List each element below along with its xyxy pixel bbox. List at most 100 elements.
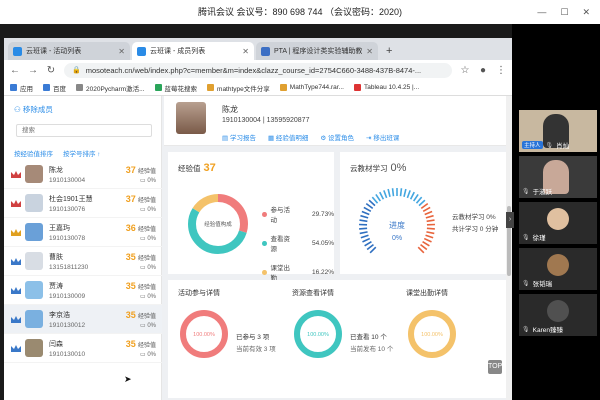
tab-close-icon[interactable]: ✕ — [242, 47, 249, 56]
study-percent: 云教材学习 0% — [452, 214, 496, 221]
exp-detail-link[interactable]: ▦ 经验值明细 — [268, 132, 308, 142]
member-info: 闫森 1910130010 — [49, 339, 116, 358]
activity-detail: 活动参与详情 100.00% 已参与 3 项 当前有效 3 项 — [168, 280, 280, 398]
video-tile[interactable]: 🎙 徐瑾 — [519, 202, 597, 244]
close-icon[interactable]: ✕ — [582, 0, 590, 24]
member-row[interactable]: 闫森 1910130010 35 经验值 ▭ 0% — [4, 334, 162, 363]
member-id: 13151811230 — [49, 263, 89, 271]
folder-icon — [207, 84, 215, 91]
exp-unit: 经验值 — [137, 255, 156, 262]
member-row[interactable]: 杜会1901王慧 1910130076 37 经验值 ▭ 0% — [4, 189, 162, 218]
star-icon[interactable]: ☆ — [460, 65, 470, 76]
resource-ring-label: 100.00% — [307, 332, 329, 338]
folder-icon — [279, 84, 287, 91]
set-role-link[interactable]: ⚙ 设置角色 — [320, 132, 354, 142]
gauge-tick — [387, 188, 391, 198]
video-tile[interactable]: 主持人 🎙 肖灿 — [519, 110, 597, 152]
progress-value: 0% — [147, 351, 156, 358]
bookmark-apps[interactable]: 应用 — [10, 83, 33, 93]
reload-icon[interactable]: ↻ — [46, 65, 56, 76]
participant-avatar — [547, 300, 569, 322]
exp-unit: 经验值 — [137, 168, 156, 175]
legend-dot — [262, 211, 267, 217]
attendance-detail-title: 课堂出勤详情 — [406, 290, 448, 297]
member-row[interactable]: 陈龙 1910130004 37 经验值 ▭ 0% — [4, 160, 162, 189]
gauge-tick — [359, 227, 368, 230]
exp-value: 35 — [125, 251, 136, 262]
bookmark-baidu[interactable]: 百度 — [43, 83, 66, 93]
page-icon — [76, 84, 83, 91]
minimize-icon[interactable]: — — [537, 0, 546, 24]
browser-window: 云班课 - 活动列表 ✕ 云班课 - 成员列表 ✕ PTA | 程序设计类实验辅… — [4, 38, 512, 400]
tab-member-list[interactable]: 云班课 - 成员列表 ✕ — [132, 42, 254, 60]
exp-unit: 经验值 — [137, 226, 156, 233]
page-scrollbar[interactable] — [506, 96, 512, 400]
mic-icon: 🎙 — [522, 188, 530, 195]
baidu-icon — [43, 84, 50, 91]
tab-bar: 云班课 - 活动列表 ✕ 云班课 - 成员列表 ✕ PTA | 程序设计类实验辅… — [4, 38, 512, 60]
bookmark-mathtype-share[interactable]: mathtype文件分享 — [207, 83, 270, 93]
activity-stats: 已参与 3 项 当前有效 3 项 — [236, 332, 276, 356]
collapse-gallery-icon[interactable]: › — [506, 212, 514, 228]
menu-icon[interactable]: ⋮ — [496, 65, 506, 76]
exp-legend: 参与活动 29.73% 查看资源 54.05% 课堂出勤 16.22% — [262, 204, 334, 291]
tab-close-icon[interactable]: ✕ — [118, 47, 125, 56]
video-tile[interactable]: 🎙 于淑跃 — [519, 156, 597, 198]
back-to-top-button[interactable]: TOP — [488, 360, 502, 374]
bookmark-tableau[interactable]: Tableau 10.4.25 |... — [353, 84, 419, 91]
member-info: 贾涛 1910130009 — [49, 281, 116, 300]
profile-icon[interactable]: ● — [478, 65, 488, 76]
video-tile[interactable]: 🎙 Karen臻臻 — [519, 294, 597, 336]
gauge-tick — [423, 237, 432, 243]
gauge-tick — [359, 219, 368, 223]
donut-center-label: 经验值构成 — [204, 220, 232, 228]
member-row[interactable]: 王嘉玙 1910130078 36 经验值 ▭ 0% — [4, 218, 162, 247]
tab-activity-list[interactable]: 云班课 - 活动列表 ✕ — [8, 42, 130, 60]
member-info: 陈龙 1910130004 — [49, 165, 116, 184]
page-icon — [154, 84, 162, 91]
user-remove-icon: ⚇ — [14, 105, 21, 114]
study-progress: ▭ 0% — [116, 264, 156, 271]
study-progress: ▭ 0% — [116, 293, 156, 300]
sort-options: 按经验值排序 按学号排序 ↑ — [14, 148, 101, 158]
remove-member-button[interactable]: ⚇ 移除成员 — [14, 104, 53, 115]
sort-by-exp[interactable]: 按经验值排序 — [14, 148, 53, 158]
member-row[interactable]: 贾涛 1910130009 35 经验值 ▭ 0% — [4, 276, 162, 305]
member-score: 37 经验值 ▭ 0% — [116, 194, 156, 213]
progress-value: 0% — [147, 206, 156, 213]
new-tab-button[interactable]: + — [380, 45, 398, 60]
study-report-link[interactable]: ▤ 学习报告 — [222, 132, 256, 142]
member-name: 杜会1901王慧 — [49, 195, 93, 203]
member-row[interactable]: 李京浩 1910130012 35 经验值 ▭ 0% — [4, 305, 162, 334]
remove-from-class-link[interactable]: ⇥ 移出班课 — [366, 132, 399, 142]
mic-icon: 🎙 — [522, 280, 530, 287]
avatar — [25, 223, 43, 241]
member-row[interactable]: 曹肤 13151811230 35 经验值 ▭ 0% — [4, 247, 162, 276]
tab-pta[interactable]: PTA | 程序设计类实验辅助教学平 ✕ — [256, 42, 378, 60]
bookmark-pycharm[interactable]: 2020Pycharm激活... — [76, 83, 145, 93]
back-icon[interactable]: ← — [10, 65, 20, 76]
gauge-tick — [379, 191, 385, 200]
member-score: 35 经验值 ▭ 0% — [116, 281, 156, 300]
video-tile[interactable]: 🎙 张韬瑞 — [519, 248, 597, 290]
activity-ring: 100.00% — [180, 310, 228, 358]
exp-value: 35 — [125, 338, 136, 349]
activity-detail-title: 活动参与详情 — [178, 290, 220, 297]
bookmark-mathtype-rar[interactable]: MathType744.rar... — [279, 84, 344, 91]
gauge-value: 0% — [392, 235, 402, 242]
bookmark-blueberry[interactable]: 蓝莓花搜索 — [154, 83, 197, 93]
detail-cards: 活动参与详情 100.00% 已参与 3 项 当前有效 3 项 资源查看详情 1… — [168, 280, 508, 398]
book-icon: ▭ — [139, 351, 146, 358]
maximize-icon[interactable]: ☐ — [560, 0, 568, 24]
forward-icon[interactable]: → — [28, 65, 38, 76]
gauge-tick — [418, 199, 426, 207]
meeting-title-bar: 腾讯会议 会议号：890 698 744 （会议密码：2020) — ☐ ✕ — [0, 0, 600, 24]
tab-close-icon[interactable]: ✕ — [366, 47, 373, 56]
legend-item-resource: 查看资源 54.05% — [262, 233, 334, 253]
member-name: 李京浩 — [49, 311, 70, 319]
study-progress: ▭ 0% — [116, 322, 156, 329]
url-field[interactable]: 🔒 mosoteach.cn/web/index.php?c=member&m=… — [64, 62, 452, 78]
member-search-input[interactable] — [16, 124, 152, 137]
gauge-tick — [409, 191, 415, 200]
sort-by-id[interactable]: 按学号排序 ↑ — [63, 148, 101, 158]
